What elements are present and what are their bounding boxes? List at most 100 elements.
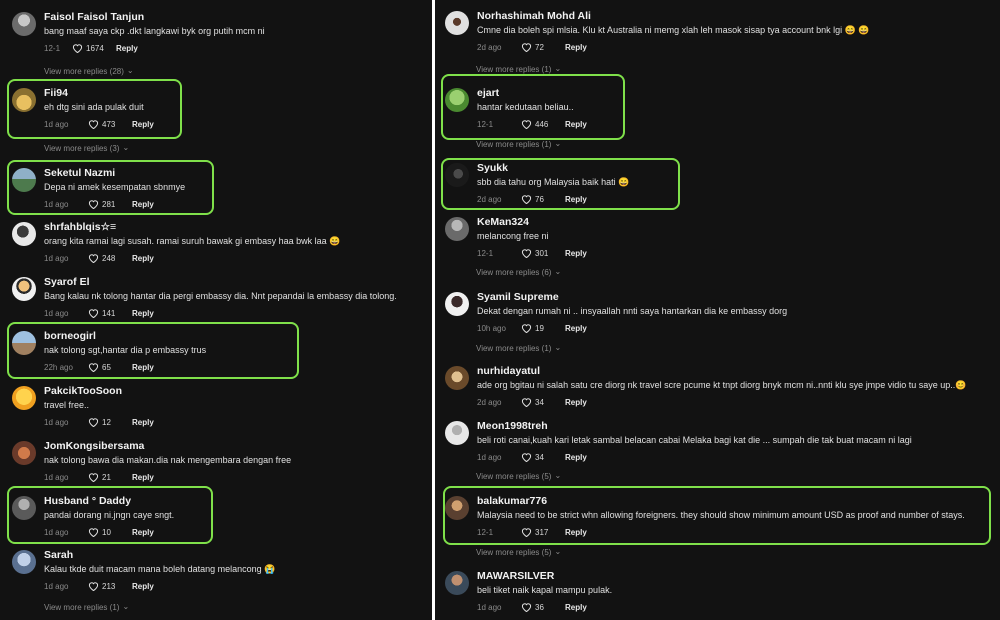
heart-icon[interactable] bbox=[88, 362, 99, 372]
heart-icon[interactable] bbox=[521, 248, 532, 258]
heart-icon[interactable] bbox=[521, 194, 532, 204]
avatar[interactable] bbox=[445, 292, 469, 316]
comment-date: 1d ago bbox=[44, 199, 69, 209]
reply-button[interactable]: Reply bbox=[132, 418, 154, 427]
reply-button[interactable]: Reply bbox=[565, 120, 587, 129]
reply-button[interactable]: Reply bbox=[132, 309, 154, 318]
comment-username[interactable]: Meon1998treh bbox=[477, 420, 548, 432]
heart-icon[interactable] bbox=[88, 527, 99, 537]
reply-button[interactable]: Reply bbox=[565, 324, 587, 333]
avatar[interactable] bbox=[445, 163, 469, 187]
reply-button[interactable]: Reply bbox=[132, 120, 154, 129]
view-more-replies[interactable]: View more replies (6) ⌄ bbox=[476, 267, 561, 277]
reply-button[interactable]: Reply bbox=[565, 398, 587, 407]
comment-username[interactable]: MAWARSILVER bbox=[477, 570, 554, 582]
reply-button[interactable]: Reply bbox=[132, 363, 154, 372]
like-count: 76 bbox=[535, 194, 544, 204]
view-more-replies[interactable]: View more replies (5) ⌄ bbox=[476, 471, 561, 481]
avatar[interactable] bbox=[12, 168, 36, 192]
avatar[interactable] bbox=[12, 222, 36, 246]
comment-username[interactable]: JomKongsibersama bbox=[44, 440, 144, 452]
heart-icon[interactable] bbox=[88, 119, 99, 129]
avatar[interactable] bbox=[12, 88, 36, 112]
view-more-replies[interactable]: View more replies (1) ⌄ bbox=[476, 343, 562, 353]
comment-username[interactable]: ejart bbox=[477, 87, 499, 99]
view-more-replies[interactable]: View more replies (1) ⌄ bbox=[476, 139, 562, 149]
comment-username[interactable]: balakumar776 bbox=[477, 495, 547, 507]
reply-button[interactable]: Reply bbox=[116, 44, 138, 53]
avatar[interactable] bbox=[12, 496, 36, 520]
reply-button[interactable]: Reply bbox=[565, 249, 587, 258]
reply-button[interactable]: Reply bbox=[565, 43, 587, 52]
avatar[interactable] bbox=[445, 571, 469, 595]
heart-icon[interactable] bbox=[521, 527, 532, 537]
chevron-down-icon: ⌄ bbox=[126, 66, 134, 75]
chevron-down-icon: ⌄ bbox=[554, 343, 562, 352]
comment-username[interactable]: borneogirl bbox=[44, 330, 96, 342]
reply-button[interactable]: Reply bbox=[565, 528, 587, 537]
reply-button[interactable]: Reply bbox=[132, 200, 154, 209]
heart-icon[interactable] bbox=[521, 42, 532, 52]
comment-date: 1d ago bbox=[477, 452, 502, 462]
avatar[interactable] bbox=[12, 386, 36, 410]
avatar[interactable] bbox=[445, 11, 469, 35]
heart-icon[interactable] bbox=[521, 452, 532, 462]
comment-username[interactable]: Faisol Faisol Tanjun bbox=[44, 11, 144, 23]
comment-username[interactable]: Norhashimah Mohd Ali bbox=[477, 10, 591, 22]
comment-username[interactable]: Seketul Nazmi bbox=[44, 167, 115, 179]
heart-icon[interactable] bbox=[521, 119, 532, 129]
reply-button[interactable]: Reply bbox=[132, 582, 154, 591]
like-count: 446 bbox=[535, 119, 549, 129]
reply-button[interactable]: Reply bbox=[565, 453, 587, 462]
avatar[interactable] bbox=[445, 421, 469, 445]
heart-icon[interactable] bbox=[88, 472, 99, 482]
comment-username[interactable]: nurhidayatul bbox=[477, 365, 540, 377]
reply-button[interactable]: Reply bbox=[132, 254, 154, 263]
chevron-down-icon: ⌄ bbox=[554, 139, 562, 148]
view-more-replies[interactable]: View more replies (3) ⌄ bbox=[44, 143, 129, 153]
view-more-replies[interactable]: View more replies (1) ⌄ bbox=[44, 602, 129, 612]
comment-meta: 12-1 301 Reply bbox=[477, 248, 587, 258]
avatar[interactable] bbox=[12, 550, 36, 574]
comment-username[interactable]: PakcikTooSoon bbox=[44, 385, 122, 397]
comment-meta: 1d ago 36 Reply bbox=[477, 602, 587, 612]
comment-username[interactable]: Husband ° Daddy bbox=[44, 495, 131, 507]
reply-button[interactable]: Reply bbox=[565, 603, 587, 612]
view-more-replies[interactable]: View more replies (28) ⌄ bbox=[44, 66, 134, 76]
view-more-replies[interactable]: View more replies (5) ⌄ bbox=[476, 547, 561, 557]
heart-icon[interactable] bbox=[88, 581, 99, 591]
reply-button[interactable]: Reply bbox=[132, 528, 154, 537]
avatar[interactable] bbox=[12, 12, 36, 36]
avatar[interactable] bbox=[445, 496, 469, 520]
comment-text: beli tiket naik kapal mampu pulak. bbox=[477, 585, 613, 595]
comment-username[interactable]: Syamil Supreme bbox=[477, 291, 559, 303]
reply-button[interactable]: Reply bbox=[132, 473, 154, 482]
comment-date: 12-1 bbox=[44, 43, 61, 53]
avatar[interactable] bbox=[12, 277, 36, 301]
comment-text: melancong free ni bbox=[477, 231, 549, 241]
like-count: 21 bbox=[102, 472, 111, 482]
heart-icon[interactable] bbox=[521, 602, 532, 612]
comment-username[interactable]: Syarof El bbox=[44, 276, 90, 288]
comment-meta: 1d ago 21 Reply bbox=[44, 472, 154, 482]
avatar[interactable] bbox=[445, 366, 469, 390]
avatar[interactable] bbox=[12, 331, 36, 355]
comment-date: 1d ago bbox=[44, 308, 69, 318]
heart-icon[interactable] bbox=[88, 417, 99, 427]
heart-icon[interactable] bbox=[88, 199, 99, 209]
heart-icon[interactable] bbox=[88, 308, 99, 318]
avatar[interactable] bbox=[12, 441, 36, 465]
reply-button[interactable]: Reply bbox=[565, 195, 587, 204]
comment-username[interactable]: shrfahblqis☆≡ bbox=[44, 221, 116, 233]
view-more-replies[interactable]: View more replies (1) ⌄ bbox=[476, 64, 561, 74]
heart-icon[interactable] bbox=[521, 397, 532, 407]
comment-username[interactable]: Syukk bbox=[477, 162, 508, 174]
heart-icon[interactable] bbox=[72, 43, 83, 53]
comment-username[interactable]: Fii94 bbox=[44, 87, 68, 99]
comment-username[interactable]: KeMan324 bbox=[477, 216, 529, 228]
avatar[interactable] bbox=[445, 217, 469, 241]
comment-username[interactable]: Sarah bbox=[44, 549, 73, 561]
heart-icon[interactable] bbox=[521, 323, 532, 333]
heart-icon[interactable] bbox=[88, 253, 99, 263]
avatar[interactable] bbox=[445, 88, 469, 112]
